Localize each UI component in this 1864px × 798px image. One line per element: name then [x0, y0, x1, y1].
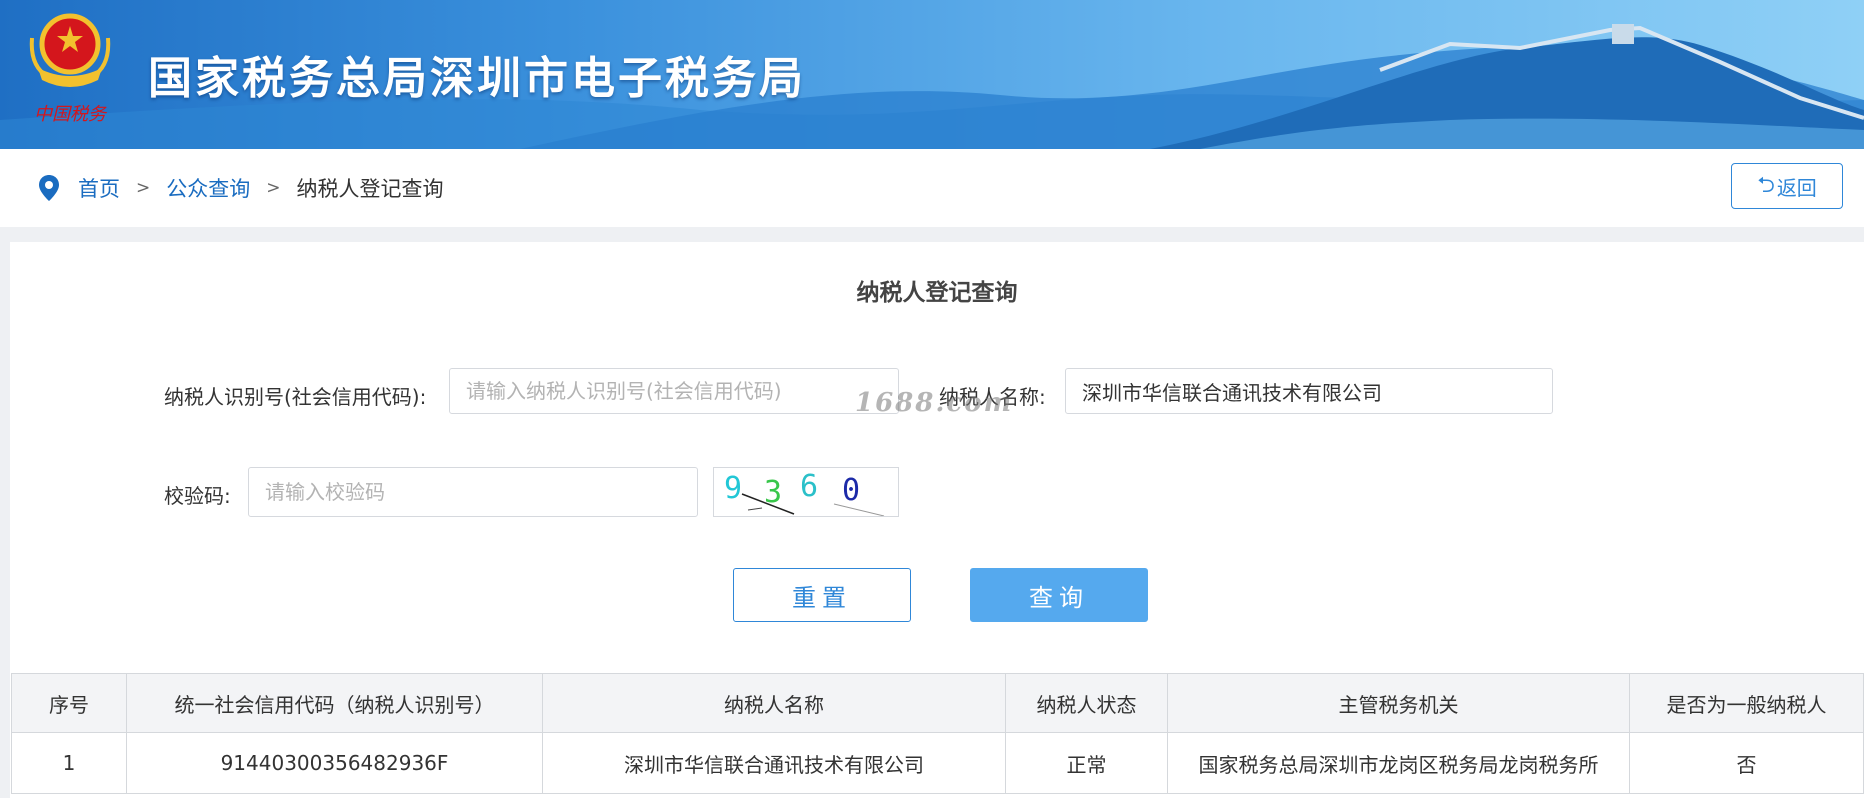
column-header: 序号	[11, 673, 127, 733]
svg-text:9: 9	[724, 471, 742, 506]
cell-tax-authority: 国家税务总局深圳市龙岗区税务局龙岗税务所	[1167, 732, 1630, 794]
query-panel: 纳税人登记查询 纳税人识别号(社会信用代码): 纳税人名称: 校验码: 9 3 …	[10, 242, 1864, 798]
page-title: 纳税人登记查询	[856, 280, 1018, 306]
svg-text:6: 6	[800, 469, 818, 504]
breadcrumb-home-link[interactable]: 首页	[78, 173, 120, 203]
breadcrumb-separator: >	[136, 178, 151, 198]
svg-text:3: 3	[764, 475, 782, 510]
captcha-label: 校验码:	[164, 484, 231, 508]
tax-emblem-icon: 中国税务	[29, 13, 111, 125]
column-header: 统一社会信用代码（纳税人识别号）	[126, 673, 543, 733]
svg-text:中国税务: 中国税务	[34, 104, 108, 125]
back-button-label: 返回	[1776, 175, 1817, 200]
reset-button[interactable]: 重置	[733, 568, 911, 622]
watermark: 1688.com	[855, 388, 1014, 418]
cell-index: 1	[11, 732, 127, 794]
back-button[interactable]: ⮌ 返回	[1731, 163, 1843, 209]
column-header: 纳税人状态	[1005, 673, 1168, 733]
taxpayer-id-input[interactable]	[449, 368, 899, 414]
breadcrumb-separator: >	[266, 178, 281, 198]
undo-arrow-icon: ⮌	[1757, 173, 1775, 198]
cell-credit-code: 91440300356482936F	[126, 732, 543, 794]
cell-taxpayer-name: 深圳市华信联合通讯技术有限公司	[542, 732, 1006, 794]
table-row: 1 91440300356482936F 深圳市华信联合通讯技术有限公司 正常 …	[11, 732, 1864, 794]
site-header-banner: 中国税务 国家税务总局深圳市电子税务局	[0, 0, 1864, 149]
table-header-row: 序号 统一社会信用代码（纳税人识别号） 纳税人名称 纳税人状态 主管税务机关 是…	[11, 673, 1864, 733]
cell-general-taxpayer: 否	[1629, 732, 1864, 794]
column-header: 纳税人名称	[542, 673, 1006, 733]
taxpayer-id-label: 纳税人识别号(社会信用代码):	[164, 385, 427, 409]
captcha-graphic: 9 3 6 0	[724, 469, 885, 517]
taxpayer-name-input[interactable]	[1065, 368, 1553, 414]
column-header: 主管税务机关	[1167, 673, 1630, 733]
breadcrumb-current: 纳税人登记查询	[296, 177, 444, 201]
captcha-image[interactable]: 9 3 6 0	[713, 467, 899, 517]
column-header: 是否为一般纳税人	[1629, 673, 1864, 733]
breadcrumb: 首页 > 公众查询 > 纳税人登记查询	[38, 173, 444, 203]
results-table: 序号 统一社会信用代码（纳税人识别号） 纳税人名称 纳税人状态 主管税务机关 是…	[11, 673, 1864, 794]
query-button[interactable]: 查询	[970, 568, 1148, 622]
site-title: 国家税务总局深圳市电子税务局	[148, 53, 806, 104]
svg-text:0: 0	[842, 473, 860, 508]
breadcrumb-bar: 首页 > 公众查询 > 纳税人登记查询 ⮌ 返回	[0, 149, 1864, 227]
cell-taxpayer-status: 正常	[1005, 732, 1168, 794]
captcha-input[interactable]	[248, 467, 698, 517]
location-pin-icon	[39, 175, 59, 201]
breadcrumb-public-query-link[interactable]: 公众查询	[166, 173, 250, 203]
